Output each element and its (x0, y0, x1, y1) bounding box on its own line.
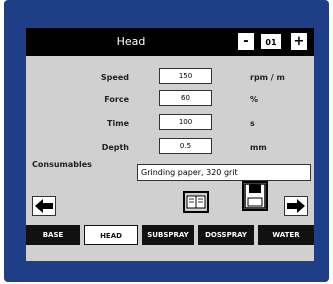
consumables-label: Consumables (32, 160, 92, 169)
decrement-button[interactable]: - (238, 33, 254, 50)
screen-title: Head (116, 35, 146, 48)
time-label: Time (107, 119, 129, 128)
depth-unit: mm (250, 143, 267, 152)
tab-water[interactable]: WATER (258, 225, 314, 245)
speed-label: Speed (100, 73, 129, 82)
next-button[interactable] (284, 196, 308, 216)
library-button[interactable] (183, 191, 209, 213)
device-frame: Head - 01 + Speed 150 rpm / m Force 60 %… (4, 0, 329, 282)
speed-field[interactable]: 150 (159, 68, 212, 84)
title-bar: Head - 01 + (26, 28, 314, 56)
floppy-disk-icon (244, 183, 266, 209)
previous-button[interactable] (32, 196, 56, 216)
force-unit: % (250, 95, 259, 104)
arrow-left-icon (35, 199, 53, 213)
tab-dosspray[interactable]: DOSSPRAY (198, 225, 254, 245)
speed-unit: rpm / m (250, 73, 285, 82)
time-field[interactable]: 100 (159, 114, 212, 130)
depth-field[interactable]: 0.5 (159, 138, 212, 154)
depth-label: Depth (101, 143, 129, 152)
arrow-right-icon (287, 199, 305, 213)
tab-subspray[interactable]: SUBSPRAY (142, 225, 194, 245)
save-button[interactable] (242, 181, 268, 211)
force-label: Force (104, 95, 129, 104)
force-field[interactable]: 60 (159, 90, 212, 106)
time-unit: s (250, 119, 255, 128)
program-number-field[interactable]: 01 (260, 33, 282, 50)
tab-head[interactable]: HEAD (84, 225, 138, 245)
tab-bar: BASE HEAD SUBSPRAY DOSSPRAY WATER (26, 225, 314, 245)
touch-screen: Head - 01 + Speed 150 rpm / m Force 60 %… (26, 28, 314, 261)
tab-base[interactable]: BASE (26, 225, 80, 245)
increment-button[interactable]: + (291, 33, 307, 50)
book-icon (186, 195, 206, 209)
consumables-field[interactable]: Grinding paper, 320 grit (137, 164, 311, 181)
